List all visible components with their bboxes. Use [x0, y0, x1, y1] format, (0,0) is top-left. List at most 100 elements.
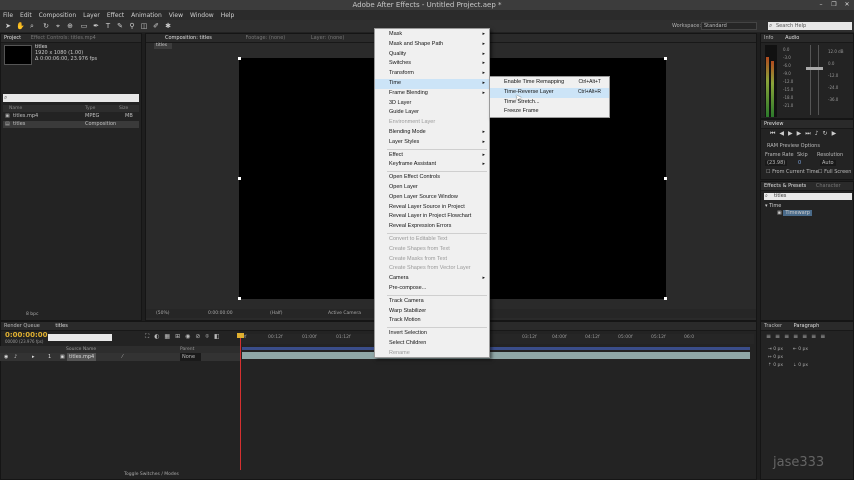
context-menu-item-reveal-layer-source-in-project[interactable]: Reveal Layer Source in Project	[375, 203, 489, 213]
play-icon[interactable]: ▶	[788, 130, 797, 137]
brush-tool-icon[interactable]: ✎	[116, 22, 124, 30]
tab-layer[interactable]: Layer: (none)	[311, 35, 345, 41]
menu-animation[interactable]: Animation	[131, 12, 162, 19]
tab-effects-presets[interactable]: Effects & Presets	[764, 183, 806, 189]
timeline-layer-row[interactable]: ◉ ♪ ▸ 1 ▣ titles.mp4 ⁄ None	[0, 353, 240, 361]
type-tool-icon[interactable]: T	[104, 22, 112, 30]
layer-handle[interactable]	[238, 297, 241, 300]
effects-item-timewarp[interactable]: ▣ Timewarp	[777, 210, 812, 216]
context-menu-item-open-effect-controls[interactable]: Open Effect Controls	[375, 173, 489, 183]
submenu-item-time-reverse-layer[interactable]: Time-Reverse Layer Ctrl+Alt+R	[490, 87, 609, 98]
context-menu-item-reveal-layer-in-project-flowchart[interactable]: Reveal Layer in Project Flowchart	[375, 212, 489, 222]
context-menu-item-transform[interactable]: Transform ▸	[375, 69, 489, 79]
work-area-bar[interactable]	[242, 347, 750, 350]
workspace-select[interactable]: Standard	[701, 22, 757, 30]
context-menu-item-invert-selection[interactable]: Invert Selection	[375, 329, 489, 339]
submenu-item-time-stretch[interactable]: Time Stretch...	[490, 98, 609, 108]
context-menu-item-3d-layer[interactable]: 3D Layer	[375, 99, 489, 109]
context-menu-item-switches[interactable]: Switches ▸	[375, 59, 489, 69]
justify-all-icon[interactable]: ≡	[820, 333, 829, 340]
context-menu-item-select-children[interactable]: Select Children	[375, 339, 489, 349]
align-center-icon[interactable]: ≡	[775, 333, 784, 340]
camera-tool-icon[interactable]: ⌖	[54, 22, 62, 30]
comp-timecode[interactable]: 0:00:00:00	[208, 309, 233, 318]
context-menu-item-layer-styles[interactable]: Layer Styles ▸	[375, 138, 489, 148]
column-name[interactable]: Name	[9, 105, 22, 112]
minimize-button[interactable]: –	[816, 1, 826, 8]
comp-breadcrumb[interactable]: titles	[154, 43, 172, 49]
visibility-icon[interactable]: ◉	[4, 353, 8, 361]
full-screen-checkbox[interactable]: ☐ Full Screen	[818, 169, 851, 175]
context-menu-item-rename[interactable]: Rename	[375, 349, 489, 359]
tab-render-queue[interactable]: Render Queue	[4, 323, 40, 329]
justify-center-icon[interactable]: ≡	[802, 333, 811, 340]
project-row-footage[interactable]: ▣ titles.mp4 MPEG MB	[3, 113, 139, 120]
layer-handle[interactable]	[664, 177, 667, 180]
layer-parent-select[interactable]: None	[180, 353, 202, 361]
tab-info[interactable]: Info	[764, 35, 773, 41]
submenu-item-freeze-frame[interactable]: Freeze Frame	[490, 107, 609, 117]
cti-head-icon[interactable]	[237, 333, 244, 338]
effects-search-input[interactable]: ⌕ titles	[764, 193, 852, 200]
hand-tool-icon[interactable]: ✋	[16, 22, 25, 30]
tab-tracker[interactable]: Tracker	[764, 323, 782, 329]
resolution-select[interactable]: (Half)	[270, 309, 283, 318]
first-frame-icon[interactable]: ⏮	[770, 130, 779, 137]
resolution-select[interactable]: Auto	[820, 160, 836, 166]
space-before-field[interactable]: ⇡ 0 px ⇣ 0 px	[768, 362, 808, 370]
context-menu-item-convert-to-editable-text[interactable]: Convert to Editable Text	[375, 235, 489, 245]
submenu-item-enable-time-remapping[interactable]: Enable Time Remapping Ctrl+Alt+T	[490, 78, 609, 88]
column-type[interactable]: Type	[85, 105, 95, 112]
align-left-icon[interactable]: ≡	[766, 333, 775, 340]
frame-rate-select[interactable]: (23.98)	[765, 160, 788, 166]
rotation-tool-icon[interactable]: ↻	[42, 22, 50, 30]
skip-value[interactable]: 0	[798, 160, 801, 166]
puppet-tool-icon[interactable]: ✱	[164, 22, 172, 30]
layer-handle[interactable]	[238, 177, 241, 180]
tab-timeline-titles[interactable]: titles	[55, 323, 67, 329]
menu-file[interactable]: File	[3, 12, 13, 19]
context-menu-item-guide-layer[interactable]: Guide Layer	[375, 108, 489, 118]
context-menu-item-warp-stabilizer[interactable]: Warp Stabilizer	[375, 307, 489, 317]
maximize-button[interactable]: ❐	[829, 1, 839, 8]
prev-frame-icon[interactable]: ◀	[779, 130, 788, 137]
selection-tool-icon[interactable]: ➤	[4, 22, 12, 30]
tab-project[interactable]: Project	[4, 35, 21, 41]
tab-footage[interactable]: Footage: (none)	[245, 35, 285, 41]
align-right-icon[interactable]: ≡	[784, 333, 793, 340]
current-time-indicator[interactable]	[240, 336, 241, 470]
indent-first-field[interactable]: ↦ 0 px	[768, 354, 808, 362]
justify-left-icon[interactable]: ≡	[793, 333, 802, 340]
context-menu-item-create-shapes-from-text[interactable]: Create Shapes from Text	[375, 245, 489, 255]
bpc-button[interactable]: 8 bpc	[26, 312, 38, 317]
context-menu-item-environment-layer[interactable]: Environment Layer	[375, 118, 489, 128]
audio-toggle-icon[interactable]: ♪	[815, 130, 823, 137]
menu-layer[interactable]: Layer	[83, 12, 100, 19]
context-menu-item-time[interactable]: Time ▸	[375, 79, 489, 89]
context-menu-item-reveal-expression-errors[interactable]: Reveal Expression Errors	[375, 222, 489, 232]
context-menu-item-mask[interactable]: Mask ▸	[375, 30, 489, 40]
eraser-tool-icon[interactable]: ◫	[140, 22, 148, 30]
column-size[interactable]: Size	[119, 105, 128, 112]
pen-tool-icon[interactable]: ✒	[92, 22, 100, 30]
layer-handle[interactable]	[238, 57, 241, 60]
zoom-select[interactable]: (50%)	[156, 309, 170, 318]
layer-switch-icon[interactable]: ⁄	[122, 353, 123, 361]
menu-edit[interactable]: Edit	[20, 12, 32, 19]
timeline-timecode[interactable]: 0:00:00:00	[5, 331, 48, 339]
tab-preview[interactable]: Preview	[764, 121, 783, 127]
project-row-composition[interactable]: ▤ titles Composition	[3, 121, 139, 128]
context-menu-item-blending-mode[interactable]: Blending Mode ▸	[375, 128, 489, 138]
ram-preview-options[interactable]: RAM Preview Options	[767, 143, 820, 149]
menu-help[interactable]: Help	[221, 12, 235, 19]
layer-expand-icon[interactable]: ▸	[32, 353, 35, 361]
context-menu-item-create-masks-from-text[interactable]: Create Masks from Text	[375, 255, 489, 265]
tab-composition[interactable]: Composition: titles	[165, 35, 212, 41]
project-search-input[interactable]: ⌕	[3, 94, 139, 102]
tab-audio[interactable]: Audio	[785, 35, 799, 41]
context-menu-item-quality[interactable]: Quality ▸	[375, 50, 489, 60]
column-source-name[interactable]: Source Name	[66, 346, 96, 353]
context-menu-item-keyframe-assistant[interactable]: Keyframe Assistant ▸	[375, 160, 489, 170]
tab-paragraph[interactable]: Paragraph	[794, 323, 820, 329]
menu-view[interactable]: View	[169, 12, 183, 19]
